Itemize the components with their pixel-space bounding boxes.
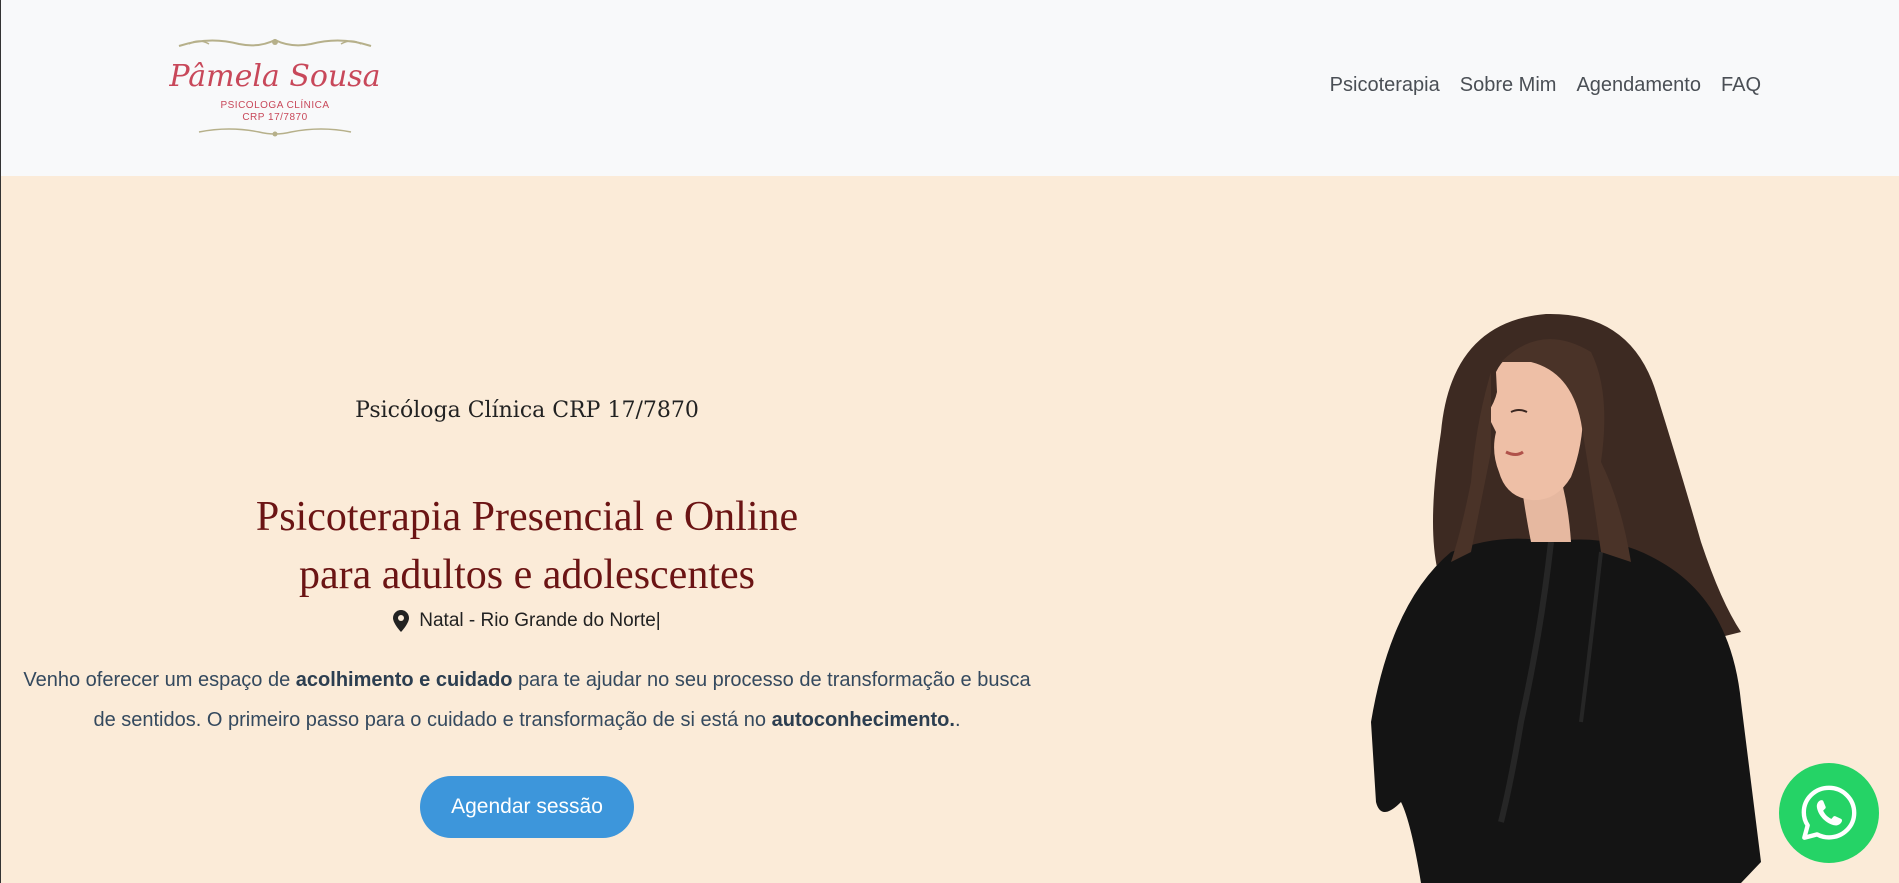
intro-bold-1: acolhimento e cuidado: [295, 669, 513, 691]
svg-text:Pâmela Sousa: Pâmela Sousa: [169, 59, 381, 94]
whatsapp-button[interactable]: [1779, 763, 1879, 863]
portrait-photo: [1301, 302, 1771, 883]
svg-text:PSICOLOGA CLÍNICA: PSICOLOGA CLÍNICA: [220, 98, 329, 111]
whatsapp-icon: [1801, 785, 1857, 840]
map-marker-icon: [393, 610, 410, 632]
schedule-session-button[interactable]: Agendar sessão: [420, 776, 634, 838]
location: Natal - Rio Grande do Norte|: [1, 610, 1053, 632]
nav-link-sobre-mim[interactable]: Sobre Mim: [1460, 74, 1557, 97]
brand-logo[interactable]: Pâmela Sousa PSICOLOGA CLÍNICA CRP 17/78…: [169, 34, 381, 142]
portrait-image: [1371, 313, 1761, 883]
hero-headline: Psicoterapia Presencial e Online para ad…: [1, 488, 1053, 604]
logo-image: Pâmela Sousa PSICOLOGA CLÍNICA CRP 17/78…: [169, 38, 381, 137]
hero-section: Psicóloga Clínica CRP 17/7870 Psicoterap…: [0, 176, 1899, 883]
location-text: Natal - Rio Grande do Norte|: [419, 610, 661, 631]
headline-line-1: Psicoterapia Presencial e Online: [255, 494, 799, 540]
intro-text-1: Venho oferecer um espaço de: [23, 669, 296, 691]
intro-bold-2: autoconhecimento.: [771, 709, 955, 731]
intro-paragraph: Venho oferecer um espaço de acolhimento …: [21, 660, 1033, 740]
svg-text:CRP 17/7870: CRP 17/7870: [242, 112, 307, 123]
hero-text: Psicóloga Clínica CRP 17/7870 Psicoterap…: [1, 176, 1053, 883]
intro-text-3: .: [954, 709, 961, 731]
headline-line-2: para adultos e adolescentes: [299, 552, 755, 598]
nav-link-agendamento[interactable]: Agendamento: [1576, 74, 1701, 97]
navbar: Pâmela Sousa PSICOLOGA CLÍNICA CRP 17/78…: [0, 0, 1899, 176]
main-nav: Psicoterapia Sobre Mim Agendamento FAQ: [1330, 74, 1761, 97]
nav-link-psicoterapia[interactable]: Psicoterapia: [1330, 74, 1440, 97]
nav-link-faq[interactable]: FAQ: [1721, 74, 1761, 97]
hero-subtitle: Psicóloga Clínica CRP 17/7870: [355, 398, 699, 423]
